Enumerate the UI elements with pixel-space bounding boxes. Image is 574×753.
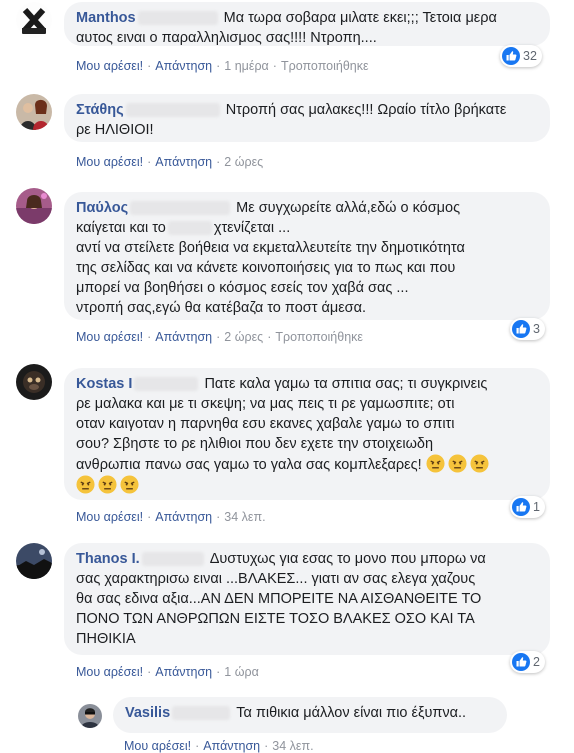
comment-text: της σελίδας και να κάνετε κοινοποιήσεις … [76,260,456,276]
like-thumb-icon [512,653,530,671]
comment-text: μπορεί να βοηθήσει ο κόσμος εσείς τον χα… [76,280,409,296]
comment-text: αντί να στείλετε βοήθεια να εκμεταλλευτε… [76,240,465,256]
redacted-name [125,103,220,118]
reply-link[interactable]: Απάντηση [155,510,212,524]
comment-text: ΠΗΘΙΚΙΑ [76,631,136,647]
comment-actions: Μου αρέσει! · Απάντηση · 1 ώρα [76,665,259,679]
comment-text: ΠΟΝΟ ΤΩΝ ΑΝΘΡΩΠΩΝ ΕΙΣΤΕ ΤΟΣΟ ΒΛΑΚΕΣ ΟΣΟ … [76,611,475,627]
comment-bubble: Thanos I. Δυστυχως για εσας το μονο που … [64,543,550,655]
reply-bubble: Vasilis Τα πιθικια μάλλον είναι πιο έξυπ… [113,697,507,733]
comment-text: ντροπή σας,εγώ θα κατέβαζα το ποστ άμεσα… [76,300,367,316]
edited-label[interactable]: Τροποποιήθηκε [275,330,363,344]
comment-text: Πατε καλα γαμω τα σπιτια σας; τι συγκριν… [204,376,488,392]
timestamp[interactable]: 34 λεπ. [224,510,265,524]
avatar[interactable] [16,2,52,38]
reply-link[interactable]: Απάντηση [155,665,212,679]
like-link[interactable]: Μου αρέσει! [76,330,143,344]
like-thumb-icon [512,498,530,516]
angry-emoji-icon [448,454,467,473]
comment-bubble: Manthos Μα τωρα σοβαρα μιλατε εκει;;; Τε… [64,2,550,46]
like-link[interactable]: Μου αρέσει! [124,739,191,753]
comment-actions: Μου αρέσει! · Απάντηση · 34 λεπ. [76,510,266,524]
comment-bubble: Παύλος Με συγχωρείτε αλλά,εδώ ο κόσμος κ… [64,192,550,320]
comment-text: σου? Σβηστε το ρε ηλιθιοι που δεν εχετε … [76,436,434,452]
like-thumb-icon [502,47,520,65]
timestamp[interactable]: 34 λεπ. [272,739,313,753]
comment-text: Ντροπή σας μαλακες!!! Ωραίο τίτλο βρήκατ… [225,102,507,118]
reaction-count[interactable]: 32 [500,45,542,67]
timestamp[interactable]: 1 ώρα [224,665,259,679]
reaction-number: 1 [533,500,540,514]
comment-author[interactable]: Thanos I. [76,551,140,567]
comment-text: θα σας εδινα αξια...ΑΝ ΔΕΝ ΜΠΟΡΕΙΤΕ ΝΑ Α… [76,591,482,607]
comment-text: σας χαρακτηρισω ειναι ...ΒΛΑΚΕΣ... γιατι… [76,571,476,587]
comment-text: Μα τωρα σοβαρα μιλατε εκει;;; Τετοια μερ… [223,10,497,26]
comment-text: Τα πιθικια μάλλον είναι πιο έξυπνα.. [236,705,467,721]
redacted-name [141,552,204,567]
angry-emoji-icon [426,454,445,473]
comment-bubble: Kostas I Πατε καλα γαμω τα σπιτια σας; τ… [64,368,550,500]
redacted-name [130,201,231,216]
comment-text: αυτος ειναι ο παραλληλισμος σας!!!! Ντρο… [76,30,377,46]
comment-author[interactable]: Manthos [76,10,136,26]
reaction-number: 3 [533,322,540,336]
comment-text: ρε μαλακα και με τι σκεψη; να μας πεις τ… [76,396,455,412]
reply-link[interactable]: Απάντηση [155,59,212,73]
like-link[interactable]: Μου αρέσει! [76,510,143,524]
timestamp[interactable]: 1 ημέρα [224,59,269,73]
angry-emoji-icon [470,454,489,473]
angry-emoji-icon [76,475,95,494]
comment-bubble: Στάθης Ντροπή σας μαλακες!!! Ωραίο τίτλο… [64,94,550,142]
comment-author[interactable]: Παύλος [76,200,128,216]
avatar[interactable] [78,704,102,728]
comment-actions: Μου αρέσει! · Απάντηση · 2 ώρες [76,155,264,169]
avatar[interactable] [16,94,52,130]
edited-label[interactable]: Τροποποιήθηκε [281,59,369,73]
reaction-count[interactable]: 3 [510,318,545,340]
timestamp[interactable]: 2 ώρες [224,330,263,344]
angry-emoji-icon [120,475,139,494]
comment-text: ρε ΗΛΙΘΙΟΙ! [76,122,154,138]
comment-author[interactable]: Vasilis [125,705,170,721]
comment-text: χτενίζεται ... [213,220,291,236]
reply-link[interactable]: Απάντηση [155,330,212,344]
avatar[interactable] [16,543,52,579]
like-thumb-icon [512,320,530,338]
comment-actions: Μου αρέσει! · Απάντηση · 1 ημέρα · Τροποποιήθη… [76,59,369,73]
comment-author[interactable]: Kostas I [76,376,132,392]
redacted-name [172,706,231,721]
comment-text: Δυστυχως για εσας το μονο που μπορω να [209,551,486,567]
reaction-count[interactable]: 2 [510,651,545,673]
reaction-number: 2 [533,655,540,669]
angry-emoji-icon [98,475,117,494]
reaction-number: 32 [523,49,537,63]
avatar[interactable] [16,364,52,400]
comment-actions: Μου αρέσει! · Απάντηση · 34 λεπ. [124,739,314,753]
reaction-count[interactable]: 1 [510,496,545,518]
comment-text: καίγεται και το [76,220,166,236]
reply-link[interactable]: Απάντηση [155,155,212,169]
comment-actions: Μου αρέσει! · Απάντηση · 2 ώρες · Τροποποιήθηκ… [76,330,363,344]
reply-link[interactable]: Απάντηση [203,739,260,753]
like-link[interactable]: Μου αρέσει! [76,665,143,679]
redacted-text [167,221,212,236]
comment-text: οταν καιγοταν η παρνηθα εσυ εκανες χαβαλ… [76,416,455,432]
like-link[interactable]: Μου αρέσει! [76,59,143,73]
redacted-name [134,377,199,392]
comment-author[interactable]: Στάθης [76,102,124,118]
redacted-name [137,11,218,26]
like-link[interactable]: Μου αρέσει! [76,155,143,169]
comment-text: Με συγχωρείτε αλλά,εδώ ο κόσμος [236,200,461,216]
comment-text: ανθρωπια πανω σας γαμω το γαλα σας κομπλ… [76,457,422,473]
timestamp[interactable]: 2 ώρες [224,155,263,169]
avatar[interactable] [16,188,52,224]
